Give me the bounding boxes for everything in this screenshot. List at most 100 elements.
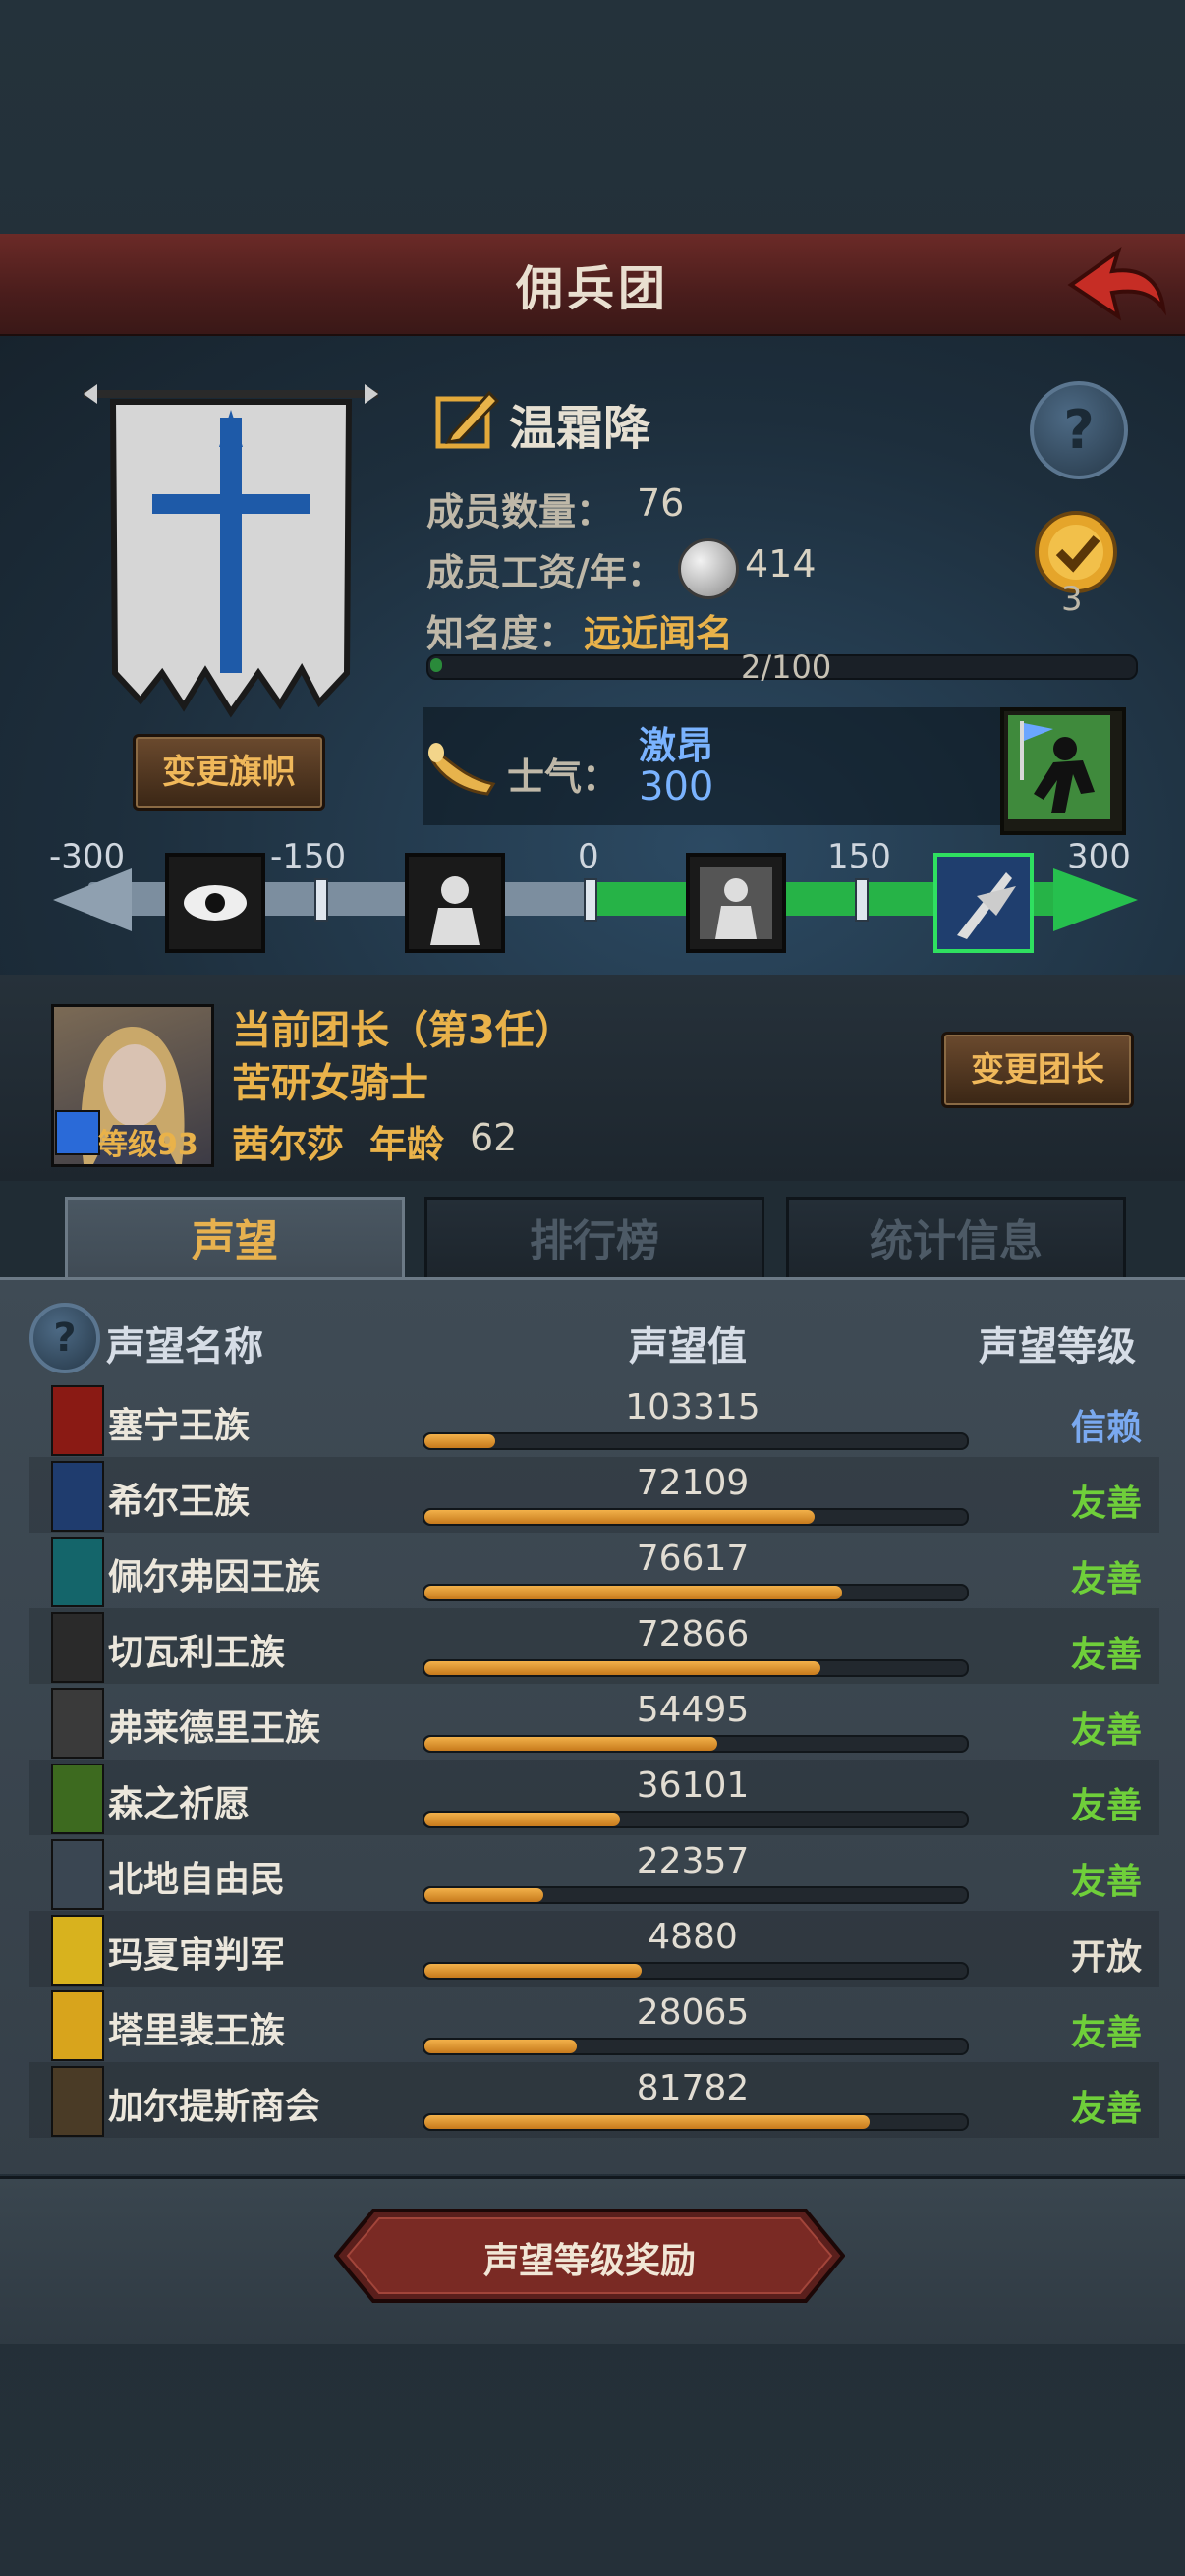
morale-status-icon[interactable] [1000, 707, 1126, 835]
faction-crest-icon [51, 1990, 104, 2061]
col-header-level: 声望等级 [979, 1324, 1136, 1370]
col-header-name: 声望名称 [106, 1324, 263, 1370]
reputation-level: 友善 [1070, 1786, 1142, 1826]
help-icon[interactable]: ? [1030, 381, 1128, 479]
tab-statistics[interactable]: 统计信息 [786, 1197, 1126, 1287]
reputation-level: 友善 [1070, 1484, 1142, 1524]
reputation-value: 4880 [648, 1917, 738, 1957]
reputation-value: 54495 [636, 1690, 750, 1730]
reputation-bar-fill [424, 1510, 815, 1524]
faction-crest-icon [51, 2066, 104, 2137]
morale-despair-icon[interactable] [405, 853, 505, 953]
leader-age-value: 62 [470, 1116, 518, 1159]
leader-title: 当前团长（第3任） [232, 1008, 574, 1053]
faction-name: 弗莱德里王族 [108, 1708, 321, 1749]
faction-crest-icon [51, 1839, 104, 1910]
faction-crest-icon [51, 1612, 104, 1683]
wage-value: 414 [745, 542, 817, 586]
reputation-value: 28065 [636, 1992, 750, 2033]
reputation-bar-fill [424, 2040, 577, 2053]
leader-class-icon [55, 1110, 100, 1155]
faction-name: 塞宁王族 [108, 1406, 251, 1446]
reputation-value: 72109 [636, 1463, 750, 1503]
scale-right-arrow-icon [1053, 868, 1138, 931]
reputation-value: 22357 [636, 1841, 750, 1881]
fame-progress-fill [430, 658, 442, 672]
faction-name: 玛夏审判军 [108, 1935, 286, 1976]
scale-label: 0 [578, 837, 599, 876]
reputation-value: 36101 [636, 1765, 750, 1806]
faction-crest-icon [51, 1688, 104, 1759]
reputation-level: 友善 [1070, 1559, 1142, 1599]
reputation-value: 103315 [625, 1387, 761, 1428]
reputation-value: 76617 [636, 1539, 750, 1579]
reputation-level: 友善 [1070, 1710, 1142, 1751]
col-header-value: 声望值 [629, 1324, 747, 1370]
morale-value: 300 [639, 764, 714, 810]
company-name: 温霜降 [509, 401, 651, 456]
leader-age-label: 年龄 [369, 1123, 445, 1166]
reputation-help-icon[interactable]: ? [29, 1303, 100, 1373]
morale-calm-icon[interactable] [686, 853, 786, 953]
change-leader-button[interactable]: 变更团长 [941, 1032, 1134, 1108]
faction-name: 北地自由民 [108, 1860, 286, 1900]
reputation-value: 72866 [636, 1614, 750, 1654]
faction-crest-icon [51, 1764, 104, 1834]
morale-inspired-icon[interactable] [933, 853, 1034, 953]
scale-tick [314, 878, 328, 922]
faction-crest-icon [51, 1915, 104, 1986]
reputation-level: 友善 [1070, 2013, 1142, 2053]
faction-name: 森之祈愿 [108, 1784, 251, 1824]
horn-icon [428, 739, 497, 798]
morale-eye-icon[interactable] [165, 853, 265, 953]
tab-leaderboard[interactable]: 排行榜 [424, 1197, 764, 1287]
scale-left-arrow-icon [53, 868, 132, 931]
reputation-bar-fill [424, 1964, 642, 1978]
reputation-bar-fill [424, 2115, 870, 2129]
reputation-level: 友善 [1070, 2089, 1142, 2129]
reputation-bar-fill [424, 1434, 495, 1448]
page-title: 佣兵团 [515, 261, 669, 316]
reputation-bar-fill [424, 1586, 842, 1599]
reputation-bar-fill [424, 1813, 620, 1826]
faction-name: 塔里裴王族 [108, 2011, 286, 2051]
members-value: 76 [637, 481, 685, 525]
faction-name: 希尔王族 [108, 1482, 251, 1522]
change-banner-button[interactable]: 变更旗帜 [133, 734, 325, 811]
fame-value: 远近闻名 [584, 612, 734, 655]
reputation-reward-label: 声望等级奖励 [482, 2241, 696, 2281]
leader-level: 等级93 [98, 1128, 198, 1162]
reputation-level: 友善 [1070, 1635, 1142, 1675]
reputation-bar [423, 1432, 969, 1450]
scale-tick [855, 878, 869, 922]
achievement-count: 3 [1061, 580, 1083, 619]
tab-reputation[interactable]: 声望 [65, 1197, 405, 1284]
reputation-bar-fill [424, 1661, 820, 1675]
wage-label: 成员工资/年： [426, 551, 664, 594]
morale-label: 士气： [507, 756, 620, 799]
edit-name-icon[interactable] [432, 385, 501, 454]
scale-tick [584, 878, 597, 922]
back-arrow-icon[interactable] [1061, 244, 1169, 322]
scale-label: 150 [827, 837, 891, 876]
faction-name: 切瓦利王族 [108, 1633, 286, 1673]
company-banner[interactable] [84, 378, 378, 722]
scale-label: 300 [1067, 837, 1131, 876]
leader-class: 苦研女骑士 [232, 1061, 428, 1106]
reputation-value: 81782 [636, 2068, 750, 2108]
reputation-level: 信赖 [1070, 1408, 1142, 1448]
faction-crest-icon [51, 1537, 104, 1607]
scale-label: -150 [270, 837, 347, 876]
faction-name: 加尔提斯商会 [108, 2087, 321, 2127]
reputation-level: 友善 [1070, 1862, 1142, 1902]
fame-progress-text: 2/100 [741, 648, 832, 686]
fame-label: 知名度： [426, 612, 577, 655]
faction-crest-icon [51, 1385, 104, 1456]
members-label: 成员数量： [426, 490, 614, 533]
morale-state: 激昂 [639, 724, 714, 767]
leader-name: 茜尔莎 [232, 1123, 345, 1166]
faction-crest-icon [51, 1461, 104, 1532]
silver-coin-icon [678, 538, 739, 599]
reputation-bar-fill [424, 1737, 717, 1751]
reputation-level: 开放 [1070, 1937, 1142, 1978]
